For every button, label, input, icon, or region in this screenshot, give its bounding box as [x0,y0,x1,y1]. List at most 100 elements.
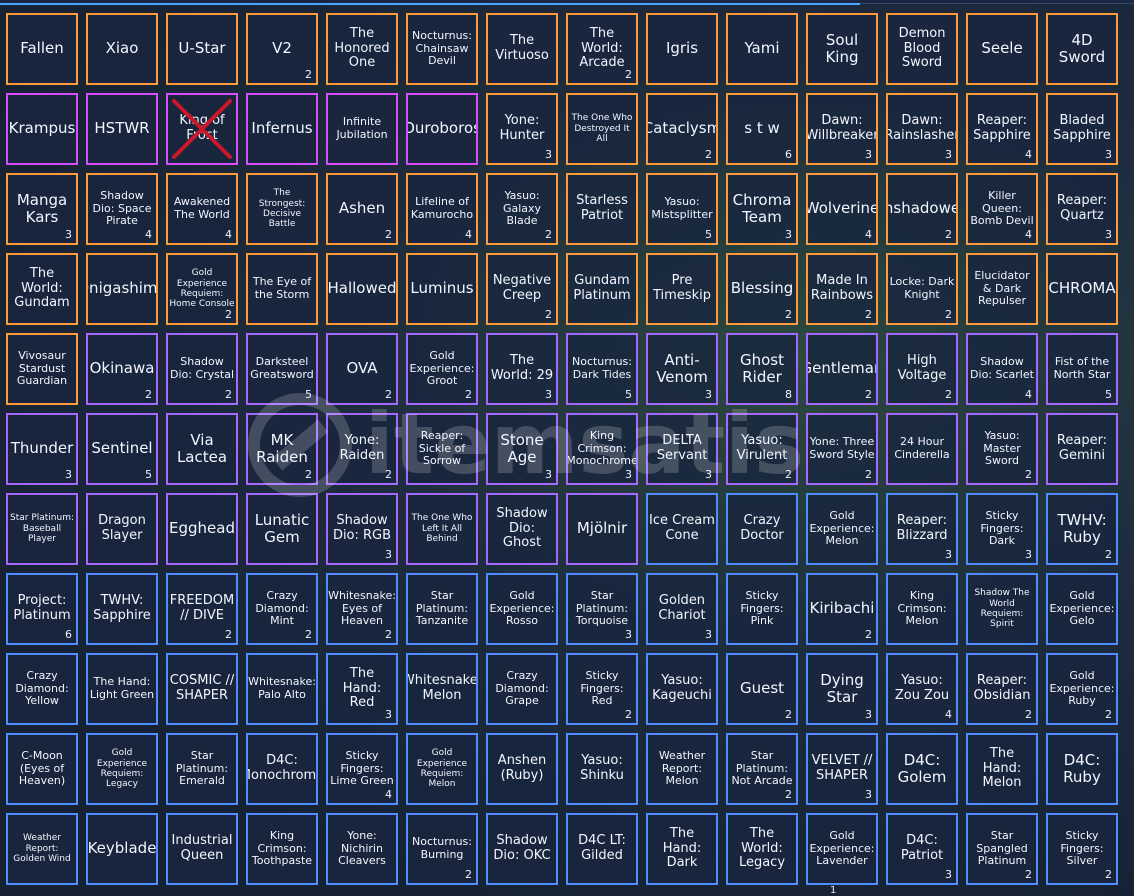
inventory-slot[interactable]: High Voltage 2 [886,333,958,405]
inventory-slot[interactable]: Demon Blood Sword [886,13,958,85]
inventory-slot[interactable]: King Crimson: Melon [886,573,958,645]
inventory-slot[interactable]: Whitesnake: Palo Alto [246,653,318,725]
inventory-slot[interactable]: Made In Rainbows 2 [806,253,878,325]
inventory-slot[interactable]: Vivosaur Stardust Guardian [6,333,78,405]
inventory-slot[interactable]: Anti-Venom 3 [646,333,718,405]
inventory-slot[interactable]: Darksteel Greatsword 5 [246,333,318,405]
inventory-slot[interactable]: Shadow Dio: RGB 3 [326,493,398,565]
inventory-slot[interactable]: Sticky Fingers: Dark 3 [966,493,1038,565]
inventory-slot[interactable]: Project: Platinum 6 [6,573,78,645]
inventory-slot[interactable]: Reaper: Gemini [1046,413,1118,485]
inventory-slot[interactable]: The World: Legacy [726,813,798,885]
inventory-slot[interactable]: Chroma Team 3 [726,173,798,245]
inventory-slot[interactable]: The Honored One [326,13,398,85]
inventory-slot[interactable]: Ashen 2 [326,173,398,245]
inventory-slot[interactable]: Nocturnus: Burning 2 [406,813,478,885]
inventory-slot[interactable]: Negative Creep 2 [486,253,558,325]
inventory-slot[interactable]: Reaper: Quartz 3 [1046,173,1118,245]
inventory-slot[interactable]: Dragon Slayer [86,493,158,565]
inventory-slot[interactable]: Keyblade [86,813,158,885]
inventory-slot[interactable]: MK Raiden 2 [246,413,318,485]
inventory-slot[interactable]: Kiribachi 2 [806,573,878,645]
inventory-slot[interactable]: Pre Timeskip [646,253,718,325]
inventory-slot[interactable]: Nocturnus: Chainsaw Devil [406,13,478,85]
inventory-slot[interactable]: Fist of the North Star 5 [1046,333,1118,405]
inventory-slot[interactable]: The One Who Left It All Behind [406,493,478,565]
inventory-slot[interactable]: DELTA Servant 3 [646,413,718,485]
inventory-slot[interactable]: The Hand: Light Green [86,653,158,725]
inventory-slot[interactable]: HSTWR [86,93,158,165]
inventory-slot[interactable]: Sticky Fingers: Red 2 [566,653,638,725]
inventory-slot[interactable]: Star Platinum: Emerald [166,733,238,805]
inventory-slot[interactable]: Luminus [406,253,478,325]
inventory-slot[interactable]: Gold Experience Requiem: Legacy [86,733,158,805]
inventory-slot[interactable]: Shadow Dio: Space Pirate 4 [86,173,158,245]
inventory-slot[interactable]: Via Lactea [166,413,238,485]
inventory-slot[interactable]: Star Spangled Platinum 2 [966,813,1038,885]
inventory-slot[interactable]: Fallen [6,13,78,85]
inventory-slot[interactable]: s t w 6 [726,93,798,165]
inventory-slot[interactable]: Starless Patriot [566,173,638,245]
inventory-slot[interactable]: Locke: Dark Knight 2 [886,253,958,325]
inventory-slot[interactable]: Guest 2 [726,653,798,725]
inventory-slot[interactable]: Yone: Three Sword Style 2 [806,413,878,485]
inventory-slot[interactable]: C-Moon (Eyes of Heaven) [6,733,78,805]
inventory-slot[interactable]: Whitesnake: Melon [406,653,478,725]
inventory-slot[interactable]: Lifeline of Kamurocho 4 [406,173,478,245]
inventory-slot[interactable]: The Hand: Red 3 [326,653,398,725]
inventory-slot[interactable]: Yasuo: Kageuchi [646,653,718,725]
inventory-slot[interactable]: Gold Experience: Melon [806,493,878,565]
inventory-slot[interactable]: Yasuo: Galaxy Blade 2 [486,173,558,245]
inventory-slot[interactable]: The Virtuoso [486,13,558,85]
inventory-slot[interactable]: Xiao [86,13,158,85]
inventory-slot[interactable]: Crazy Diamond: Yellow [6,653,78,725]
inventory-slot[interactable]: Crazy Doctor [726,493,798,565]
inventory-slot[interactable]: U-Star [166,13,238,85]
inventory-slot[interactable]: Yasuo: Shinku [566,733,638,805]
inventory-slot[interactable]: Mjölnir [566,493,638,565]
inventory-slot[interactable]: Gold Experience: Gelo [1046,573,1118,645]
inventory-slot[interactable]: Reaper: Obsidian 2 [966,653,1038,725]
inventory-slot[interactable]: King Crimson: Toothpaste [246,813,318,885]
inventory-slot[interactable]: Nocturnus: Dark Tides 5 [566,333,638,405]
inventory-slot[interactable]: Yasuo: Virulent 2 [726,413,798,485]
inventory-slot[interactable]: Sticky Fingers: Pink [726,573,798,645]
inventory-slot[interactable]: Gold Experience: Lavender [806,813,878,885]
inventory-slot[interactable]: Gold Experience: Ruby 2 [1046,653,1118,725]
inventory-slot[interactable]: Star Platinum: Torquoise 3 [566,573,638,645]
inventory-slot[interactable]: FREEDOM // DIVE 2 [166,573,238,645]
inventory-slot[interactable]: Yone: Hunter 3 [486,93,558,165]
inventory-slot[interactable]: Onigashima [86,253,158,325]
inventory-slot[interactable]: Thunder 3 [6,413,78,485]
inventory-slot[interactable]: Bladed Sapphire 3 [1046,93,1118,165]
inventory-slot[interactable]: King of Frost [166,93,238,165]
inventory-slot[interactable]: The World: Arcade 2 [566,13,638,85]
inventory-slot[interactable]: Sticky Fingers: Silver 2 [1046,813,1118,885]
inventory-slot[interactable]: 4D Sword [1046,13,1118,85]
inventory-slot[interactable]: Yone: Nichirin Cleavers [326,813,398,885]
inventory-slot[interactable]: Gold Experience Requiem: Home Console 2 [166,253,238,325]
inventory-slot[interactable]: Krampus [6,93,78,165]
inventory-slot[interactable]: D4C: Patriot 3 [886,813,958,885]
inventory-slot[interactable]: Gentleman 2 [806,333,878,405]
inventory-slot[interactable]: Crazy Diamond: Grape [486,653,558,725]
inventory-slot[interactable]: Infinite Jubilation [326,93,398,165]
inventory-slot[interactable]: Sentinel 5 [86,413,158,485]
inventory-slot[interactable]: The Hand: Dark [646,813,718,885]
inventory-slot[interactable]: Dying Star 3 [806,653,878,725]
inventory-slot[interactable]: Sticky Fingers: Lime Green 4 [326,733,398,805]
inventory-slot[interactable]: Star Platinum: Baseball Player [6,493,78,565]
inventory-slot[interactable]: Star Platinum: Tanzanite [406,573,478,645]
inventory-slot[interactable]: The Hand: Melon [966,733,1038,805]
inventory-slot[interactable]: Manga Kars 3 [6,173,78,245]
inventory-slot[interactable]: Whitesnake: Eyes of Heaven 2 [326,573,398,645]
inventory-slot[interactable]: King Crimson: Monochrome 3 [566,413,638,485]
inventory-slot[interactable]: Killer Queen: Bomb Devil 4 [966,173,1038,245]
inventory-slot[interactable]: The Strongest: Decisive Battle [246,173,318,245]
inventory-slot[interactable]: Stone Age 3 [486,413,558,485]
inventory-slot[interactable]: CHROMA [1046,253,1118,325]
inventory-slot[interactable]: Blessing 2 [726,253,798,325]
inventory-slot[interactable]: Yasuo: Zou Zou 4 [886,653,958,725]
inventory-slot[interactable]: Yone: Raiden 2 [326,413,398,485]
inventory-slot[interactable]: Dawn: Willbreaker 3 [806,93,878,165]
